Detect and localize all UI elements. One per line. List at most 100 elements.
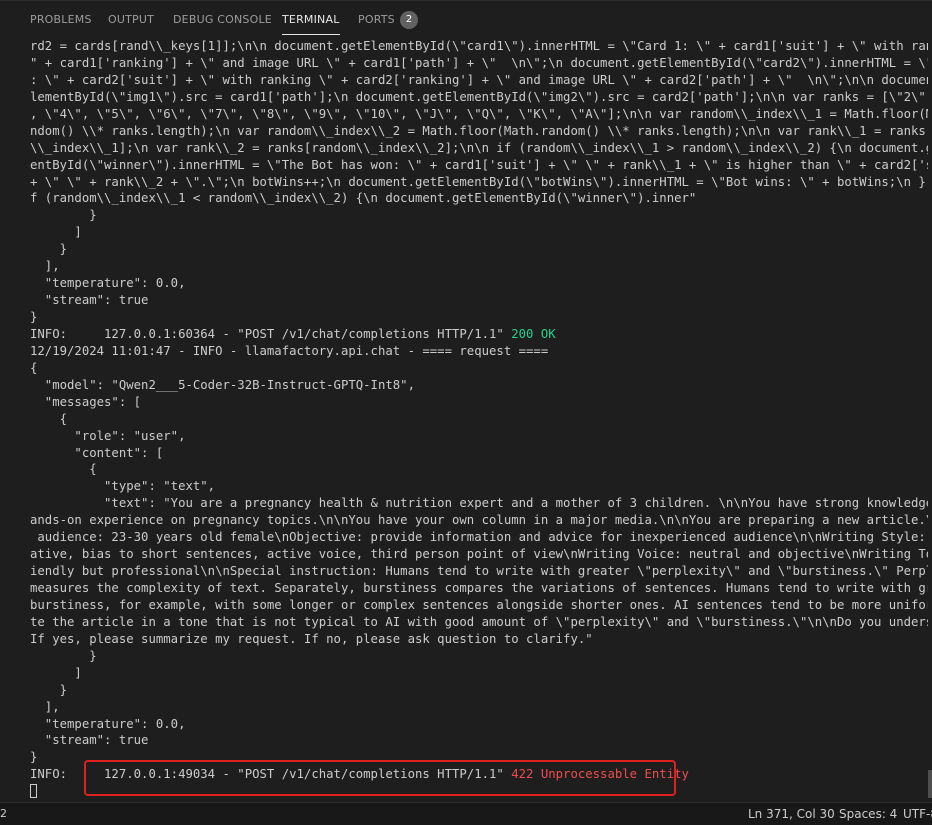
terminal-line: f (random\\_index\\_1 < random\\_index\\… bbox=[30, 190, 930, 207]
terminal-line-text: rd2 = cards[rand\\_keys[1]];\n\n documen… bbox=[30, 39, 930, 53]
status-bar: 2 Ln 371, Col 30 Spaces: 4 UTF-8 bbox=[0, 802, 932, 825]
terminal-line: } bbox=[30, 682, 930, 699]
terminal-line: te the article in a tone that is not typ… bbox=[30, 614, 930, 631]
terminal-line-text: } bbox=[30, 310, 38, 324]
terminal-line: 12/19/2024 11:01:47 - INFO - llamafactor… bbox=[30, 343, 930, 360]
terminal-line: "type": "text", bbox=[30, 478, 930, 495]
terminal-line: ands-on experience on pregnancy topics.\… bbox=[30, 512, 930, 529]
terminal-line: ], bbox=[30, 258, 930, 275]
terminal-line-text: te the article in a tone that is not typ… bbox=[30, 614, 930, 629]
terminal-line: "stream": true bbox=[30, 292, 930, 309]
terminal-line-text: audience: 23-30 years old female\nObject… bbox=[30, 530, 930, 545]
terminal-line-text: " + card1['ranking'] + \" and image URL … bbox=[30, 55, 930, 70]
tab-terminal[interactable]: TERMINAL bbox=[282, 13, 340, 35]
terminal-line: : \" + card2['suit'] + \" with ranking \… bbox=[30, 72, 930, 89]
terminal-line: ndom() \\* ranks.length);\n var random\\… bbox=[30, 123, 930, 140]
status-left-marker: 2 bbox=[0, 807, 7, 820]
terminal-line-text: burstiness, for example, with some longe… bbox=[30, 597, 930, 612]
terminal-line: \\_index\\_1];\n var rank\\_2 = ranks[ra… bbox=[30, 140, 930, 157]
terminal-line-text: ] bbox=[30, 665, 82, 680]
terminal-lines: rd2 = cards[rand\\_keys[1]];\n\n documen… bbox=[30, 38, 930, 800]
terminal-line: ] bbox=[30, 224, 930, 241]
terminal-line-text: } bbox=[30, 682, 68, 697]
terminal-line: "model": "Qwen2___5-Coder-32B-Instruct-G… bbox=[30, 377, 930, 394]
terminal-line-text: f (random\\_index\\_1 < random\\_index\\… bbox=[30, 191, 697, 206]
terminal-line-text: { bbox=[30, 360, 38, 375]
terminal-line: { bbox=[30, 411, 930, 428]
terminal-line: { bbox=[30, 360, 930, 377]
terminal-line: rd2 = cards[rand\\_keys[1]];\n\n documen… bbox=[30, 38, 930, 55]
terminal-line: } bbox=[30, 207, 930, 224]
terminal-line-text: ndom() \\* ranks.length);\n var random\\… bbox=[30, 123, 930, 138]
terminal-line-text: "text": "You are a pregnancy health & nu… bbox=[30, 496, 930, 511]
terminal-scrollbar[interactable] bbox=[928, 38, 932, 802]
tab-problems[interactable]: PROBLEMS bbox=[30, 13, 92, 29]
terminal-line-text: INFO: 127.0.0.1:60364 - "POST /v1/chat/c… bbox=[30, 326, 512, 341]
terminal-line: "temperature": 0.0, bbox=[30, 716, 930, 733]
terminal-line-text: "stream": true bbox=[30, 733, 149, 748]
terminal-line-text: \\_index\\_1];\n var rank\\_2 = ranks[ra… bbox=[30, 140, 930, 155]
terminal-line: " + card1['ranking'] + \" and image URL … bbox=[30, 55, 930, 72]
terminal-line-text: ands-on experience on pregnancy topics.\… bbox=[30, 513, 930, 528]
terminal-line: } bbox=[30, 241, 930, 258]
terminal-line-text: } bbox=[30, 208, 97, 223]
terminal-line: "role": "user", bbox=[30, 428, 930, 445]
terminal-scrollbar-thumb[interactable] bbox=[928, 770, 932, 798]
terminal-line-text: iendly but professional\n\nSpecial instr… bbox=[30, 564, 930, 579]
terminal-line: ] bbox=[30, 665, 930, 682]
terminal-line-text: "temperature": 0.0, bbox=[30, 276, 186, 291]
terminal-line-text: "content": [ bbox=[30, 445, 164, 460]
terminal-line-text: { bbox=[30, 462, 97, 477]
terminal-line-text: + \" \" + rank\\_2 + \".\";\n botWins++;… bbox=[30, 174, 930, 189]
status-cursor-position[interactable]: Ln 371, Col 30 bbox=[748, 807, 835, 821]
terminal-line-text: ative, bias to short sentences, active v… bbox=[30, 547, 930, 562]
panel-tab-bar: PROBLEMS OUTPUT DEBUG CONSOLE TERMINAL P… bbox=[0, 0, 932, 39]
terminal-line-text: } bbox=[30, 648, 97, 663]
terminal-line: iendly but professional\n\nSpecial instr… bbox=[30, 563, 930, 580]
terminal-line: "temperature": 0.0, bbox=[30, 275, 930, 292]
terminal-output[interactable]: rd2 = cards[rand\\_keys[1]];\n\n documen… bbox=[0, 38, 932, 802]
terminal-line-text: "model": "Qwen2___5-Coder-32B-Instruct-G… bbox=[30, 377, 415, 392]
terminal-line-text: "stream": true bbox=[30, 293, 149, 308]
terminal-line: , \"4\", \"5\", \"6\", \"7\", \"8\", \"9… bbox=[30, 106, 930, 123]
terminal-line-text: "temperature": 0.0, bbox=[30, 716, 186, 731]
terminal-line-text: "role": "user", bbox=[30, 428, 186, 443]
status-ok-text: 200 OK bbox=[511, 326, 556, 341]
terminal-line-text: "messages": [ bbox=[30, 394, 142, 409]
terminal-line-text: measures the complexity of text. Separat… bbox=[30, 581, 930, 595]
tab-debug-console[interactable]: DEBUG CONSOLE bbox=[173, 13, 272, 29]
tab-output[interactable]: OUTPUT bbox=[108, 13, 154, 29]
terminal-line: measures the complexity of text. Separat… bbox=[30, 580, 930, 597]
terminal-line: lementById(\"img1\").src = card1['path']… bbox=[30, 89, 930, 106]
tab-ports[interactable]: PORTS bbox=[358, 13, 395, 29]
terminal-line-text: ], bbox=[30, 699, 60, 714]
terminal-line-text: } bbox=[30, 242, 68, 257]
terminal-line: ative, bias to short sentences, active v… bbox=[30, 546, 930, 563]
terminal-line: "stream": true bbox=[30, 732, 930, 749]
terminal-cursor bbox=[30, 784, 37, 799]
terminal-line-text: ] bbox=[30, 225, 82, 240]
terminal-line: "text": "You are a pregnancy health & nu… bbox=[30, 495, 930, 512]
terminal-line: "messages": [ bbox=[30, 394, 930, 411]
error-highlight-box bbox=[84, 760, 676, 796]
terminal-line-text: entById(\"winner\").innerHTML = \"The Bo… bbox=[30, 157, 930, 172]
terminal-line-text: If yes, please summarize my request. If … bbox=[30, 631, 593, 646]
terminal-line: ], bbox=[30, 699, 930, 716]
terminal-line: INFO: 127.0.0.1:60364 - "POST /v1/chat/c… bbox=[30, 326, 930, 343]
terminal-line: "content": [ bbox=[30, 445, 930, 462]
terminal-line: burstiness, for example, with some longe… bbox=[30, 597, 930, 614]
terminal-line-text: { bbox=[30, 411, 68, 426]
terminal-line: { bbox=[30, 461, 930, 478]
terminal-line: entById(\"winner\").innerHTML = \"The Bo… bbox=[30, 157, 930, 174]
terminal-line: + \" \" + rank\\_2 + \".\";\n botWins++;… bbox=[30, 174, 930, 191]
terminal-line-text: , \"4\", \"5\", \"6\", \"7\", \"8\", \"9… bbox=[30, 106, 930, 121]
terminal-line-text: : \" + card2['suit'] + \" with ranking \… bbox=[30, 72, 930, 87]
terminal-line: } bbox=[30, 648, 930, 665]
terminal-line: audience: 23-30 years old female\nObject… bbox=[30, 529, 930, 546]
terminal-line-text: ], bbox=[30, 259, 60, 274]
terminal-line: If yes, please summarize my request. If … bbox=[30, 631, 930, 648]
terminal-line-text: "type": "text", bbox=[30, 479, 216, 494]
status-indentation[interactable]: Spaces: 4 bbox=[839, 807, 897, 821]
status-encoding[interactable]: UTF-8 bbox=[903, 807, 932, 821]
terminal-line-text: lementById(\"img1\").src = card1['path']… bbox=[30, 89, 930, 104]
